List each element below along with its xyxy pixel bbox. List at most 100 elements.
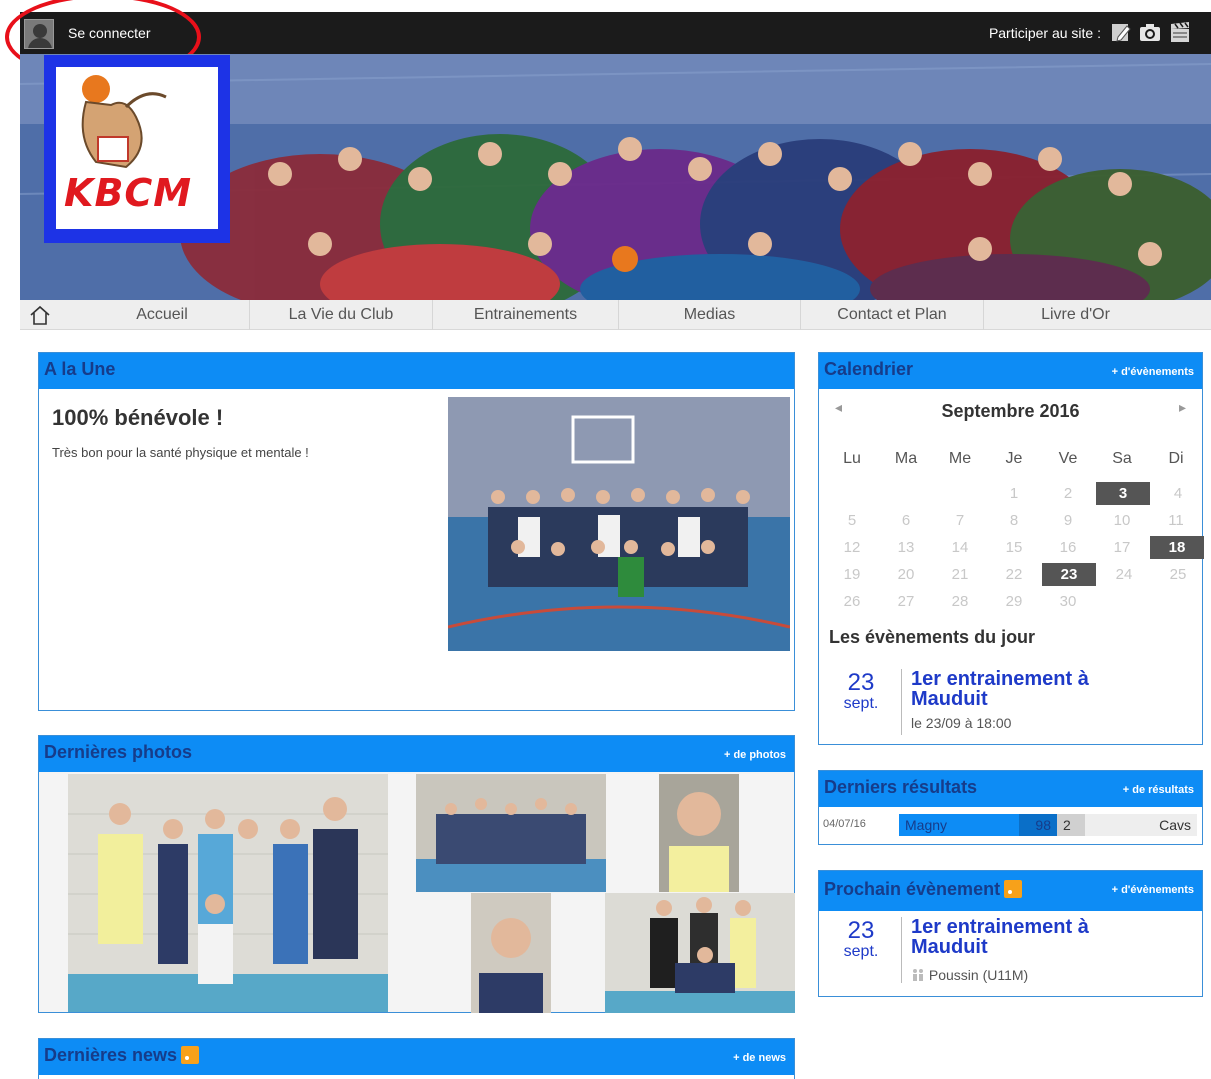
calendar-week-row: 12 13 14 15 16 17 18 xyxy=(825,534,1205,561)
weekday-label: Ve xyxy=(1058,450,1078,467)
next-event-section-title: Prochain évènement xyxy=(824,879,1023,900)
results-section-title: Derniers résultats xyxy=(824,777,978,797)
event-title-link[interactable]: 1er entrainement à Mauduit xyxy=(911,669,1131,709)
photo-tile[interactable] xyxy=(659,774,739,892)
nav-item-vie-du-club[interactable]: La Vie du Club xyxy=(250,300,433,330)
calendar-day[interactable]: 21 xyxy=(933,561,987,588)
result-home-score: 98 xyxy=(1019,814,1057,836)
next-event-team: Poussin (U11M) xyxy=(911,967,1028,983)
calendar-day[interactable]: 14 xyxy=(933,534,987,561)
logo-mascot-image xyxy=(81,75,167,169)
une-article-text: Très bon pour la santé physique et menta… xyxy=(52,445,309,460)
calendar-day[interactable]: 6 xyxy=(879,507,933,534)
next-event-date: 23 sept. xyxy=(831,919,891,961)
une-article-photo[interactable] xyxy=(448,397,790,651)
next-event-header: Prochain évènement + d'évènements xyxy=(819,871,1202,911)
une-header: A la Une xyxy=(39,353,794,389)
calendar-grid: Lu Ma Me Je Ve Sa Di 1 2 3 4 5 6 7 8 9 10 11 12 13 14… xyxy=(825,445,1205,615)
photos-section-title: Dernières photos xyxy=(44,742,193,762)
event-divider xyxy=(901,669,902,735)
calendar-empty-cell xyxy=(879,480,933,507)
calendar-day[interactable]: 12 xyxy=(825,534,879,561)
calendar-day[interactable]: 4 xyxy=(1151,480,1205,507)
next-event-team-label: Poussin (U11M) xyxy=(928,967,1029,983)
clapperboard-icon[interactable] xyxy=(1169,21,1191,43)
calendar-day[interactable]: 11 xyxy=(1149,507,1203,534)
calendar-day[interactable]: 29 xyxy=(987,588,1041,615)
photo-tile[interactable] xyxy=(416,774,606,892)
nav-item-accueil[interactable]: Accueil xyxy=(75,300,250,330)
main-nav: Accueil La Vie du Club Entrainements Med… xyxy=(20,300,1211,330)
calendar-day[interactable]: 13 xyxy=(879,534,933,561)
more-events-link[interactable]: + d'évènements xyxy=(1112,366,1194,378)
rss-icon[interactable] xyxy=(181,1046,200,1064)
news-section-title: Dernières news xyxy=(44,1045,200,1066)
calendar-day[interactable]: 26 xyxy=(825,588,879,615)
more-news-link[interactable]: + de news xyxy=(733,1052,786,1064)
calendar-day[interactable]: 8 xyxy=(987,507,1041,534)
photo-tile[interactable] xyxy=(471,893,551,1013)
calendar-day[interactable]: 19 xyxy=(825,561,879,588)
calendar-section-title: Calendrier xyxy=(824,359,914,379)
next-event-divider xyxy=(901,917,902,983)
nav-item-contact[interactable]: Contact et Plan xyxy=(801,300,984,330)
calendar-day[interactable]: 2 xyxy=(1041,480,1095,507)
calendar-day[interactable]: 3 xyxy=(1096,482,1150,505)
calendar-empty-cell xyxy=(1149,588,1203,615)
photos-panel: Dernières photos + de photos xyxy=(38,735,795,1013)
calendar-empty-cell xyxy=(825,480,879,507)
une-article-title[interactable]: 100% bénévole ! xyxy=(52,405,223,431)
calendar-day[interactable]: 27 xyxy=(879,588,933,615)
photo-tile[interactable] xyxy=(605,893,795,1013)
pencil-icon[interactable] xyxy=(1110,21,1132,43)
calendar-day[interactable]: 10 xyxy=(1095,507,1149,534)
calendar-day[interactable]: 16 xyxy=(1041,534,1095,561)
news-panel: Dernières news + de news xyxy=(38,1038,795,1079)
logo-text: KBCM xyxy=(64,171,193,215)
weekday-label: Me xyxy=(948,450,972,467)
more-photos-link[interactable]: + de photos xyxy=(724,749,786,761)
news-header: Dernières news + de news xyxy=(39,1039,794,1075)
calendar-day[interactable]: 7 xyxy=(933,507,987,534)
nav-item-livre-dor[interactable]: Livre d'Or xyxy=(984,300,1167,330)
club-logo[interactable]: KBCM xyxy=(44,55,230,243)
result-away-team: Cavs xyxy=(1085,814,1197,836)
weekday-label: Di xyxy=(1168,450,1184,467)
participate-label: Participer au site : xyxy=(988,25,1101,41)
photo-tile[interactable] xyxy=(68,774,388,1012)
calendar-day[interactable]: 15 xyxy=(987,534,1041,561)
calendar-day[interactable]: 22 xyxy=(987,561,1041,588)
nav-item-entrainements[interactable]: Entrainements xyxy=(433,300,619,330)
event-month: sept. xyxy=(843,695,879,712)
next-event-panel: Prochain évènement + d'évènements 23 sep… xyxy=(818,870,1203,997)
calendar-day[interactable]: 5 xyxy=(825,507,879,534)
more-results-link[interactable]: + de résultats xyxy=(1123,784,1194,796)
calendar-day[interactable]: 23 xyxy=(1042,563,1096,586)
nav-item-medias[interactable]: Medias xyxy=(619,300,801,330)
next-event-month: sept. xyxy=(843,943,879,960)
weekday-label: Lu xyxy=(843,450,861,467)
calendar-day[interactable]: 30 xyxy=(1041,588,1095,615)
calendar-day[interactable]: 25 xyxy=(1151,561,1205,588)
camera-icon[interactable] xyxy=(1139,21,1161,43)
calendar-weekdays: Lu Ma Me Je Ve Sa Di xyxy=(825,445,1205,472)
event-day: 23 xyxy=(847,669,875,696)
calendar-day[interactable]: 18 xyxy=(1150,536,1204,559)
calendar-day[interactable]: 28 xyxy=(933,588,987,615)
calendar-week-row: 5 6 7 8 9 10 11 xyxy=(825,507,1205,534)
rss-icon[interactable] xyxy=(1004,880,1023,898)
result-row[interactable]: 04/07/16 Magny 98 2 Cavs xyxy=(819,813,1201,837)
home-icon[interactable] xyxy=(28,304,52,326)
next-event-title-link[interactable]: 1er entrainement à Mauduit xyxy=(911,917,1131,957)
more-next-events-link[interactable]: + d'évènements xyxy=(1112,884,1194,896)
calendar-day[interactable]: 1 xyxy=(987,480,1041,507)
calendar-day[interactable]: 20 xyxy=(879,561,933,588)
calendar-week-row: 19 20 21 22 23 24 25 xyxy=(825,561,1205,588)
calendar-day[interactable]: 17 xyxy=(1095,534,1149,561)
header-banner: KBCM xyxy=(20,54,1211,300)
calendar-day[interactable]: 24 xyxy=(1097,561,1151,588)
calendar-week-row: 1234 xyxy=(825,480,1205,507)
result-home-team: Magny xyxy=(899,814,1019,836)
une-panel: A la Une 100% bénévole ! Très bon pour l… xyxy=(38,352,795,711)
calendar-day[interactable]: 9 xyxy=(1041,507,1095,534)
